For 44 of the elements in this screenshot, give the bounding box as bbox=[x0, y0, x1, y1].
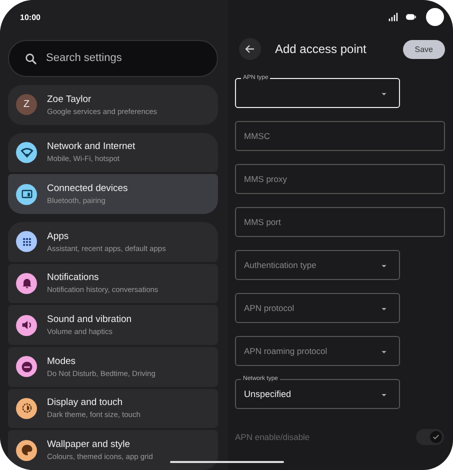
dropdown-caret-icon bbox=[380, 90, 388, 98]
avatar: Z bbox=[16, 94, 37, 116]
item-title: Notifications bbox=[47, 272, 100, 284]
dropdown-caret-icon bbox=[380, 348, 388, 356]
item-title: Modes bbox=[47, 356, 77, 367]
input-field[interactable]: MMS port bbox=[235, 207, 445, 237]
item-title: Display and touch bbox=[47, 397, 124, 408]
signal-icon bbox=[386, 12, 400, 22]
field-placeholder: MMSC bbox=[244, 131, 270, 141]
camera-cutout bbox=[426, 8, 444, 26]
dropdown-caret-icon bbox=[380, 391, 388, 399]
item-title: Connected devices bbox=[47, 183, 128, 194]
field-placeholder: Authentication type bbox=[244, 260, 316, 270]
item-title: Wallpaper and style bbox=[47, 439, 132, 450]
field-value: Unspecified bbox=[244, 389, 292, 399]
item-title: Network and Internet bbox=[47, 141, 136, 152]
back-button[interactable] bbox=[239, 38, 261, 60]
item-title: Zoe Taylor bbox=[47, 94, 92, 105]
dropdown-field[interactable]: APN roaming protocol bbox=[235, 336, 400, 366]
dropdown-field[interactable]: Authentication type bbox=[235, 250, 400, 280]
search-field[interactable]: Search settings bbox=[8, 40, 218, 77]
dropdown-caret-icon bbox=[380, 262, 388, 270]
battery-icon bbox=[403, 12, 419, 22]
item-title: Apps bbox=[47, 230, 70, 242]
wifi-icon bbox=[20, 145, 34, 160]
field-placeholder: APN protocol bbox=[244, 303, 294, 313]
field-placeholder: MMS port bbox=[244, 217, 281, 227]
input-field[interactable]: MMSC bbox=[235, 121, 445, 151]
minus-circle-icon bbox=[20, 360, 34, 374]
toggle-label: APN enable/disable bbox=[235, 432, 310, 442]
page-title: Add access point bbox=[275, 42, 368, 56]
dropdown-field[interactable]: APN protocol bbox=[235, 293, 400, 323]
status-time: 10:00 bbox=[19, 12, 42, 24]
input-field[interactable]: MMS proxy bbox=[235, 164, 445, 194]
brightness-icon bbox=[20, 401, 34, 416]
save-button[interactable]: Save bbox=[402, 40, 445, 58]
palette-icon bbox=[20, 443, 34, 458]
item-title: Sound and vibration bbox=[47, 314, 132, 326]
search-icon bbox=[24, 52, 38, 66]
field-placeholder: MMS proxy bbox=[244, 174, 287, 184]
back-arrow-icon bbox=[244, 43, 256, 55]
field-placeholder: APN roaming protocol bbox=[244, 346, 328, 356]
dropdown-caret-icon bbox=[380, 305, 388, 313]
check-icon bbox=[432, 433, 440, 441]
